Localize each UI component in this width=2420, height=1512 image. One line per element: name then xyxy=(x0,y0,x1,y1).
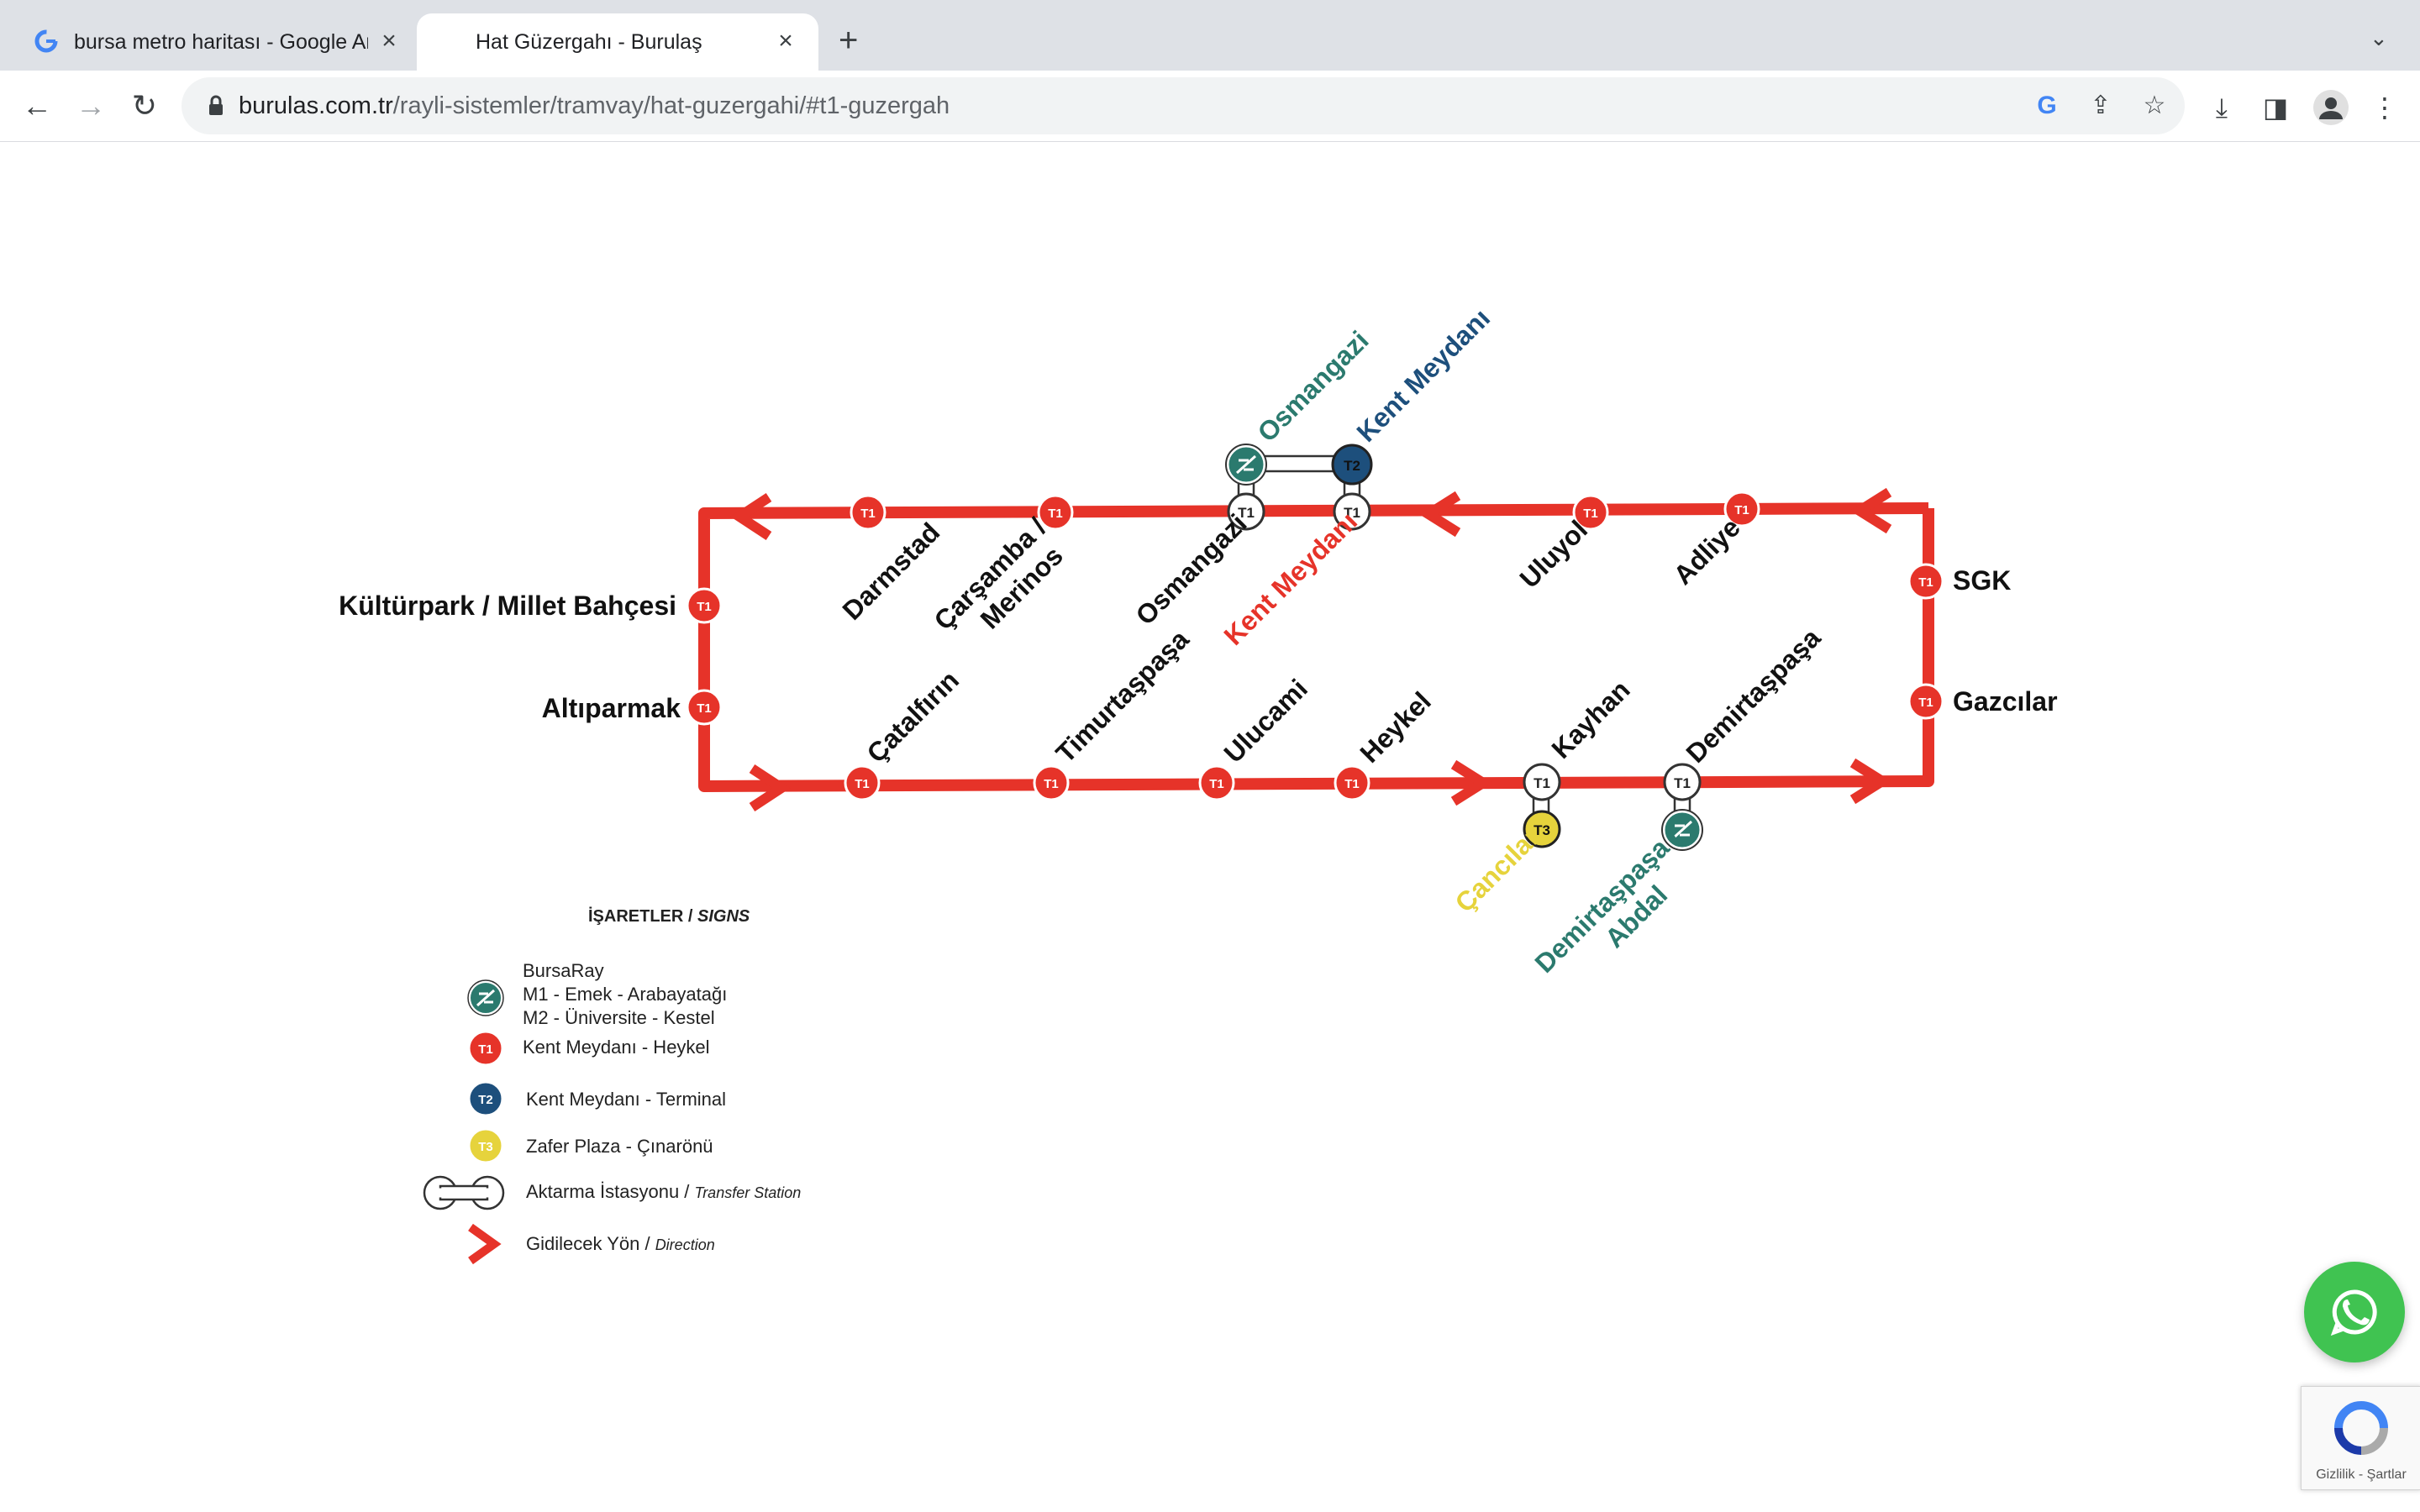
t1-badge: T1 xyxy=(1534,775,1550,791)
t1-badge: T1 xyxy=(855,777,870,791)
t3-icon: T3 xyxy=(467,1127,504,1164)
t1-badge: T1 xyxy=(1209,777,1224,791)
svg-text:T2: T2 xyxy=(478,1093,493,1107)
station-label-adliye: Adliye xyxy=(1667,512,1745,591)
station-label-darmstad: Darmstad xyxy=(836,517,945,626)
station-label-carsamba-merinos: Çarşamba /Merinos xyxy=(928,512,1074,658)
t1-badge: T1 xyxy=(1044,777,1059,791)
whatsapp-icon xyxy=(2330,1289,2377,1336)
legend-title: İŞARETLER / SIGNS xyxy=(588,907,750,926)
t1-badge: T1 xyxy=(1344,777,1360,791)
legend-item-t2: Kent Meydanı - Terminal xyxy=(526,1089,727,1110)
station-label-catalfirin: Çatalfırın xyxy=(860,664,965,769)
svg-text:T2: T2 xyxy=(1344,458,1360,474)
t1-badge: T1 xyxy=(1918,575,1933,590)
legend-item-direction: Gidilecek Yön / Direction xyxy=(526,1233,715,1254)
arrow-right-icon[interactable]: → xyxy=(72,87,109,124)
tab-google-search[interactable]: bursa metro haritası - Google Arama × xyxy=(0,13,413,71)
station-gazcilar: T1 xyxy=(1907,683,1944,720)
url-text[interactable]: burulas.com.tr/rayli-sistemler/tramvay/h… xyxy=(239,92,950,120)
station-ulucami: T1 xyxy=(1198,764,1235,801)
tab-strip: bursa metro haritası - Google Arama × Ha… xyxy=(0,0,2420,71)
tab-search-chevron-icon[interactable]: ⌄ xyxy=(2370,25,2388,51)
station-label-kulturpark: Kültürpark / Millet Bahçesi xyxy=(339,591,676,621)
tab-title: Hat Güzergahı - Burulaş xyxy=(476,30,702,54)
google-icon xyxy=(34,29,58,53)
whatsapp-button[interactable] xyxy=(2304,1262,2405,1362)
transfer-label-cancilar-t3: Çancılar xyxy=(1449,822,1545,918)
station-label-gazcilar: Gazcılar xyxy=(1953,686,2058,717)
transfer-station-icon xyxy=(423,1175,505,1210)
t1-badge: T1 xyxy=(697,600,712,614)
bursaray-icon xyxy=(467,979,504,1016)
browser-toolbar: ← → ↻ burulas.com.tr/rayli-sistemler/tra… xyxy=(0,71,2420,142)
svg-text:T1: T1 xyxy=(478,1042,493,1057)
station-altiparmak: T1 xyxy=(686,689,723,726)
station-label-timurtaspasa: Timurtaşpaşa xyxy=(1050,624,1194,769)
download-icon[interactable]: ⤓ xyxy=(2205,91,2238,124)
tab-burulas[interactable]: Hat Güzergahı - Burulaş × xyxy=(417,13,818,71)
t1-icon: T1 xyxy=(467,1030,504,1067)
google-icon[interactable]: G xyxy=(2032,91,2062,121)
kebab-menu-icon[interactable]: ⋮ xyxy=(2368,91,2402,124)
recaptcha-badge[interactable]: Gizlilik - Şartlar xyxy=(2301,1386,2420,1490)
reload-icon[interactable]: ↻ xyxy=(126,87,163,124)
lock-icon[interactable] xyxy=(203,92,229,119)
station-label-heykel: Heykel xyxy=(1354,686,1436,769)
t1-badge: T1 xyxy=(697,701,712,716)
legend-item-bursaray: BursaRay M1 - Emek - Arabayatağı M2 - Ün… xyxy=(523,960,728,1028)
address-bar[interactable]: burulas.com.tr/rayli-sistemler/tramvay/h… xyxy=(182,77,2185,134)
station-heykel: T1 xyxy=(1334,764,1370,801)
t1-badge: T1 xyxy=(860,507,876,521)
station-label-ulucami: Ulucami xyxy=(1218,673,1313,768)
transfer-label-kent-meydani-t2: Kent Meydanı xyxy=(1350,302,1496,448)
close-icon[interactable]: × xyxy=(773,29,798,54)
station-timurtaspasa: T1 xyxy=(1033,764,1070,801)
t1-badge: T1 xyxy=(1048,507,1063,521)
station-label-kayhan: Kayhan xyxy=(1545,675,1635,764)
tram-route-map: T1 T1 T1 T1T1T1T1T1T1 T1 T1 T1 T1 T1 T1 T1 T2 … xyxy=(339,302,2058,979)
t1-badge: T1 xyxy=(1918,696,1933,710)
svg-text:T3: T3 xyxy=(478,1140,493,1154)
station-label-sgk: SGK xyxy=(1953,565,2011,596)
t1-badge: T1 xyxy=(1734,503,1749,517)
station-catalfirin: T1 xyxy=(844,764,881,801)
legend-item-transfer: Aktarma İstasyonu / Transfer Station xyxy=(526,1181,802,1202)
bursaray-badge-osmangazi xyxy=(1225,444,1267,486)
station-carsamba-merinos: T1 xyxy=(1037,494,1074,531)
station-label-altiparmak: Altıparmak xyxy=(542,693,681,723)
station-label-demirtaspasa: Demirtaşpaşa xyxy=(1680,622,1826,769)
station-label-uluyol: Uluyol xyxy=(1513,514,1593,594)
share-icon[interactable]: ⇪ xyxy=(2086,91,2116,121)
direction-arrow-icon xyxy=(468,1223,502,1265)
legend-item-t1: Kent Meydanı - Heykel xyxy=(523,1037,710,1058)
t1-badge: T1 xyxy=(1674,775,1691,791)
station-sgk: T1 xyxy=(1907,563,1944,600)
transfer-nodes: T1 T1 T1 T1 xyxy=(1227,492,1702,801)
star-icon[interactable]: ☆ xyxy=(2139,91,2170,121)
profile-icon[interactable] xyxy=(2312,89,2349,126)
tab-title: bursa metro haritası - Google Arama xyxy=(74,30,368,54)
new-tab-button[interactable]: + xyxy=(839,24,858,57)
arrow-left-icon[interactable]: ← xyxy=(18,87,55,124)
t1-badge: T1 xyxy=(1583,507,1598,521)
recaptcha-privacy-terms[interactable]: Gizlilik - Şartlar xyxy=(2302,1467,2420,1483)
recaptcha-icon xyxy=(2334,1401,2388,1455)
close-icon[interactable]: × xyxy=(376,29,402,54)
side-panel-icon[interactable]: ◨ xyxy=(2259,91,2292,124)
station-kulturpark: T1 xyxy=(686,587,723,624)
t2-badge-kent-meydani: T2 xyxy=(1331,444,1373,486)
station-darmstad: T1 xyxy=(850,494,886,531)
t2-icon: T2 xyxy=(467,1080,504,1117)
legend-item-t3: Zafer Plaza - Çınarönü xyxy=(526,1136,713,1157)
